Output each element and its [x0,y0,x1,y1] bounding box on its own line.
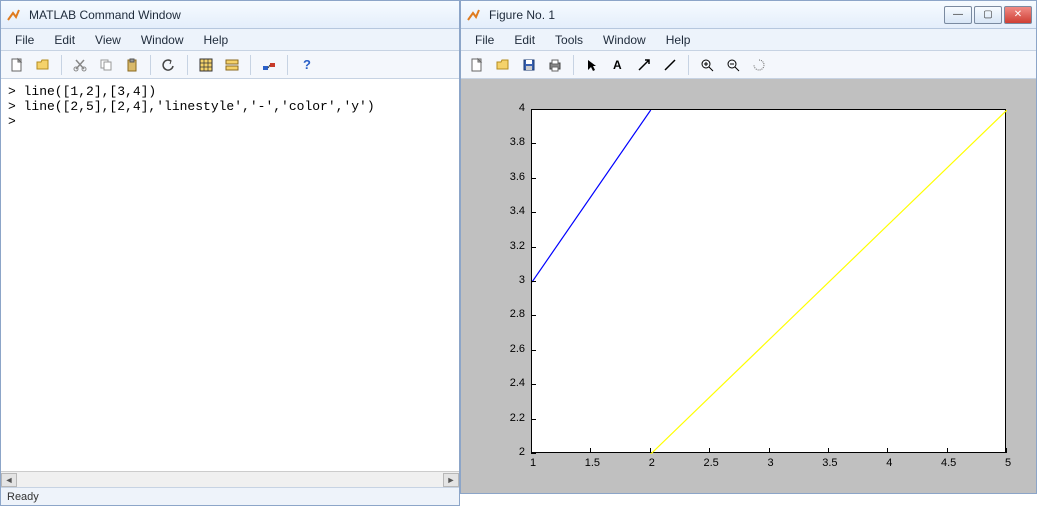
y-tick-label: 4 [495,102,525,114]
new-file-icon[interactable] [5,54,29,76]
open-icon[interactable] [491,54,515,76]
plot-lines [532,110,1007,454]
separator [688,55,689,75]
h-scrollbar[interactable]: ◄ ► [1,471,459,487]
new-figure-icon[interactable] [465,54,489,76]
menu-tools[interactable]: Tools [545,31,593,49]
plot-axes [531,109,1006,453]
command-titlebar: MATLAB Command Window [1,1,459,29]
separator [573,55,574,75]
menu-window[interactable]: Window [593,31,656,49]
separator [187,55,188,75]
x-tick-label: 4 [877,457,901,469]
line-icon[interactable] [658,54,682,76]
series-line2 [651,110,1007,454]
workspace-icon[interactable] [194,54,218,76]
separator [250,55,251,75]
matlab-icon [465,6,483,24]
menu-file[interactable]: File [465,31,504,49]
menu-edit[interactable]: Edit [504,31,545,49]
x-tick-label: 2.5 [699,457,723,469]
close-button[interactable]: ✕ [1004,6,1032,24]
window-controls: — ▢ ✕ [944,6,1032,24]
path-browser-icon[interactable] [220,54,244,76]
x-tick-label: 3 [759,457,783,469]
print-icon[interactable] [543,54,567,76]
help-icon[interactable]: ? [294,54,318,76]
menu-view[interactable]: View [85,31,131,49]
y-tick-label: 3.2 [495,240,525,252]
status-text: Ready [7,491,39,503]
matlab-icon [5,6,23,24]
simulink-icon[interactable] [257,54,281,76]
y-tick-label: 3.4 [495,205,525,217]
separator [61,55,62,75]
undo-icon[interactable] [157,54,181,76]
y-tick-label: 3.6 [495,171,525,183]
text-icon[interactable]: A [606,54,630,76]
cut-icon[interactable] [68,54,92,76]
scroll-right-icon[interactable]: ► [443,473,459,487]
y-tick-label: 2.4 [495,377,525,389]
minimize-button[interactable]: — [944,6,972,24]
command-toolbar: ? [1,51,459,79]
copy-icon[interactable] [94,54,118,76]
zoom-in-icon[interactable] [695,54,719,76]
scroll-left-icon[interactable]: ◄ [1,473,17,487]
maximize-button[interactable]: ▢ [974,6,1002,24]
console-text[interactable]: > line([1,2],[3,4]) > line([2,5],[2,4],'… [1,79,459,471]
x-tick-label: 1 [521,457,545,469]
figure-title: Figure No. 1 [489,8,944,22]
series-line1 [532,110,651,282]
separator [287,55,288,75]
y-tick-label: 3 [495,274,525,286]
menu-help[interactable]: Help [656,31,701,49]
figure-canvas[interactable]: 22.22.42.62.833.23.43.63.8411.522.533.54… [461,79,1036,493]
menu-help[interactable]: Help [194,31,239,49]
x-tick-label: 4.5 [937,457,961,469]
zoom-out-icon[interactable] [721,54,745,76]
menu-edit[interactable]: Edit [44,31,85,49]
figure-toolbar: A [461,51,1036,79]
x-tick-label: 5 [996,457,1020,469]
figure-window: Figure No. 1 — ▢ ✕ File Edit Tools Windo… [460,0,1037,494]
menu-window[interactable]: Window [131,31,194,49]
x-tick-label: 3.5 [818,457,842,469]
y-tick-label: 2.8 [495,308,525,320]
paste-icon[interactable] [120,54,144,76]
figure-menubar: File Edit Tools Window Help [461,29,1036,51]
x-tick-label: 2 [640,457,664,469]
pointer-icon[interactable] [580,54,604,76]
svg-text:?: ? [303,57,311,72]
open-file-icon[interactable] [31,54,55,76]
rotate-icon[interactable] [747,54,771,76]
y-tick-label: 2.6 [495,343,525,355]
command-menubar: File Edit View Window Help [1,29,459,51]
save-icon[interactable] [517,54,541,76]
separator [150,55,151,75]
menu-file[interactable]: File [5,31,44,49]
command-statusbar: Ready [1,487,459,505]
x-tick-label: 1.5 [580,457,604,469]
y-tick-label: 3.8 [495,136,525,148]
command-title: MATLAB Command Window [29,8,455,22]
arrow-icon[interactable] [632,54,656,76]
y-tick-label: 2.2 [495,412,525,424]
svg-text:A: A [613,58,622,72]
command-window: MATLAB Command Window File Edit View Win… [0,0,460,506]
figure-titlebar: Figure No. 1 — ▢ ✕ [461,1,1036,29]
